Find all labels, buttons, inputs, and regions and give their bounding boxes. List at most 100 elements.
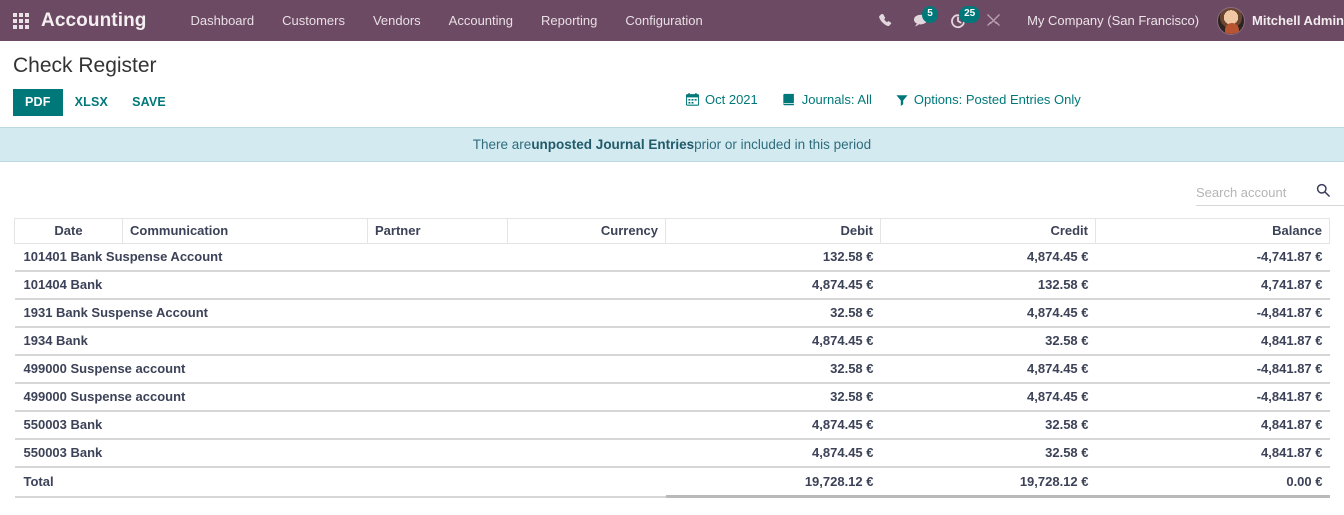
report-toolbar: PDF XLSX SAVE Oct 2021 Journals: All Opt…: [0, 78, 1344, 116]
column-header-balance[interactable]: Balance: [1095, 218, 1330, 244]
alert-text-strong: unposted Journal Entries: [531, 137, 695, 152]
cell-debit: 32.58 €: [665, 355, 881, 384]
wrench-screwdriver-icon[interactable]: [986, 13, 1001, 28]
alert-text-suffix: prior or included in this period: [694, 137, 872, 152]
column-header-date[interactable]: Date: [14, 218, 123, 244]
cell-credit: 4,874.45 €: [880, 355, 1096, 384]
table-body: 101401 Bank Suspense Account 132.58 €4,87…: [14, 243, 1330, 498]
cell-account: 101401 Bank Suspense Account: [14, 243, 666, 272]
table-row[interactable]: 550003 Bank 4,874.45 €32.58 €4,841.87 €: [14, 439, 1330, 468]
main-menu: Dashboard Customers Vendors Accounting R…: [177, 1, 717, 40]
cell-debit: 4,874.45 €: [665, 411, 881, 440]
cell-credit: 132.58 €: [880, 271, 1096, 300]
cell-account: 499000 Suspense account: [14, 383, 666, 412]
column-header-currency[interactable]: Currency: [507, 218, 666, 244]
menu-item-vendors[interactable]: Vendors: [359, 1, 435, 40]
date-filter[interactable]: Oct 2021: [686, 92, 758, 107]
activity-clock-icon[interactable]: 25: [950, 5, 981, 29]
cell-balance: 4,841.87 €: [1095, 439, 1330, 468]
cell-credit: 4,874.45 €: [880, 243, 1096, 272]
search-icon[interactable]: [1316, 183, 1330, 202]
cell-credit: 32.58 €: [880, 411, 1096, 440]
cell-balance: -4,841.87 €: [1095, 383, 1330, 412]
cell-balance: 4,841.87 €: [1095, 327, 1330, 356]
book-icon: [783, 93, 794, 106]
user-menu[interactable]: Mitchell Admin: [1217, 6, 1344, 35]
search-box[interactable]: [1196, 183, 1344, 206]
chat-icon[interactable]: 5: [913, 6, 939, 28]
search-area: [0, 162, 1344, 206]
column-header-communication[interactable]: Communication: [122, 218, 368, 244]
total-label: Total: [14, 466, 666, 498]
table-row[interactable]: 499000 Suspense account 32.58 €4,874.45 €…: [14, 355, 1330, 384]
cell-account: 499000 Suspense account: [14, 355, 666, 384]
column-header-credit[interactable]: Credit: [880, 218, 1096, 244]
export-pdf-button[interactable]: PDF: [13, 89, 63, 116]
options-filter-label: Options: Posted Entries Only: [913, 92, 1081, 107]
cell-credit: 4,874.45 €: [880, 299, 1096, 328]
cell-credit: 32.58 €: [880, 327, 1096, 356]
cell-account: 1934 Bank: [14, 327, 666, 356]
app-brand-accounting[interactable]: Accounting: [41, 10, 147, 32]
alert-text-prefix: There are: [472, 137, 532, 152]
cell-credit: 32.58 €: [880, 439, 1096, 468]
table-header: Date Communication Partner Currency Debi…: [14, 218, 1330, 244]
save-button[interactable]: SAVE: [120, 89, 178, 116]
table-row[interactable]: 101404 Bank 4,874.45 €132.58 €4,741.87 €: [14, 271, 1330, 300]
cell-debit: 4,874.45 €: [665, 439, 881, 468]
menu-item-configuration[interactable]: Configuration: [611, 1, 716, 40]
cell-account: 1931 Bank Suspense Account: [14, 299, 666, 328]
avatar: [1217, 6, 1246, 35]
total-balance: 0.00 €: [1095, 466, 1330, 498]
menu-item-customers[interactable]: Customers: [268, 1, 359, 40]
user-name-label: Mitchell Admin: [1252, 13, 1344, 28]
apps-grid-icon[interactable]: [13, 12, 29, 29]
cell-balance: -4,741.87 €: [1095, 243, 1330, 272]
table-row[interactable]: 101401 Bank Suspense Account 132.58 €4,87…: [14, 243, 1330, 272]
cell-debit: 32.58 €: [665, 383, 881, 412]
table-row[interactable]: 1934 Bank 4,874.45 €32.58 €4,841.87 €: [14, 327, 1330, 356]
cell-balance: 4,741.87 €: [1095, 271, 1330, 300]
filter-icon: [896, 94, 908, 106]
table-row[interactable]: 499000 Suspense account 32.58 €4,874.45 €…: [14, 383, 1330, 412]
search-input[interactable]: [1196, 185, 1316, 200]
menu-item-reporting[interactable]: Reporting: [527, 1, 611, 40]
journals-filter[interactable]: Journals: All: [782, 92, 872, 107]
total-credit: 19,728.12 €: [880, 466, 1096, 498]
page-title: Check Register: [13, 54, 157, 77]
unposted-entries-alert: There are unposted Journal Entries prior…: [0, 127, 1344, 162]
options-filter[interactable]: Options: Posted Entries Only: [896, 92, 1081, 107]
journals-filter-label: Journals: All: [801, 92, 872, 107]
check-register-table: Date Communication Partner Currency Debi…: [14, 218, 1330, 498]
company-selector[interactable]: My Company (San Francisco): [1027, 13, 1199, 28]
top-navbar: Accounting Dashboard Customers Vendors A…: [0, 0, 1344, 41]
cell-account: 101404 Bank: [14, 271, 666, 300]
cell-debit: 132.58 €: [665, 243, 881, 272]
cell-debit: 4,874.45 €: [665, 327, 881, 356]
total-debit: 19,728.12 €: [665, 466, 881, 498]
menu-item-accounting[interactable]: Accounting: [435, 1, 527, 40]
table-header-row: Date Communication Partner Currency Debi…: [14, 218, 1330, 244]
column-header-debit[interactable]: Debit: [665, 218, 881, 244]
cell-debit: 4,874.45 €: [665, 271, 881, 300]
cell-balance: 4,841.87 €: [1095, 411, 1330, 440]
cell-balance: -4,841.87 €: [1095, 355, 1330, 384]
report-table-wrap: Date Communication Partner Currency Debi…: [0, 206, 1344, 498]
column-header-partner[interactable]: Partner: [367, 218, 508, 244]
cell-account: 550003 Bank: [14, 439, 666, 468]
report-filters: Oct 2021 Journals: All Options: Posted E…: [686, 92, 1081, 107]
menu-item-dashboard[interactable]: Dashboard: [177, 1, 269, 40]
chat-badge-count: 5: [922, 6, 939, 23]
table-total-row: Total 19,728.12 €19,728.12 €0.00 €: [14, 466, 1330, 498]
cell-credit: 4,874.45 €: [880, 383, 1096, 412]
table-row[interactable]: 550003 Bank 4,874.45 €32.58 €4,841.87 €: [14, 411, 1330, 440]
phone-icon[interactable]: [878, 13, 893, 28]
table-row[interactable]: 1931 Bank Suspense Account 32.58 €4,874.4…: [14, 299, 1330, 328]
cell-debit: 32.58 €: [665, 299, 881, 328]
export-xlsx-button[interactable]: XLSX: [63, 89, 120, 116]
activity-badge-count: 25: [959, 5, 981, 23]
cell-account: 550003 Bank: [14, 411, 666, 440]
navbar-right-cluster: 5 25 My Company (San Francisco) Mitchell…: [868, 0, 1344, 41]
cell-balance: -4,841.87 €: [1095, 299, 1330, 328]
date-filter-label: Oct 2021: [705, 92, 758, 107]
